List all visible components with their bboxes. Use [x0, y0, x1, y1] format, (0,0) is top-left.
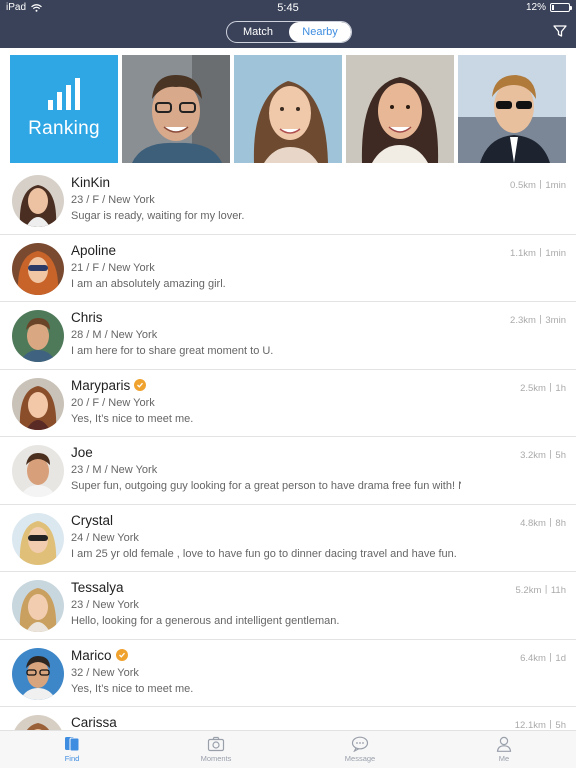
avatar: [12, 310, 64, 362]
filter-icon[interactable]: [552, 23, 568, 39]
find-icon: [65, 737, 80, 752]
list-item[interactable]: Marico 32 / New York Yes, It’s nice to m…: [0, 640, 576, 707]
nearby-user-list: KinKin 23 / F / New York Sugar is ready,…: [0, 167, 576, 768]
battery-percent: 12%: [525, 2, 546, 13]
user-meta: 23 / M / New York: [71, 464, 158, 476]
profile-photo: [346, 55, 454, 163]
list-item[interactable]: Apoline 21 / F / New York I am an absolu…: [0, 235, 576, 302]
user-bio: I am here for to share great moment to U…: [71, 345, 274, 357]
distance-time: 3.2km丨5h: [520, 450, 566, 461]
tab-nearby[interactable]: Nearby: [289, 22, 351, 42]
tab-message-label: Message: [344, 754, 376, 763]
avatar: [12, 445, 64, 497]
user-name: Joe: [71, 445, 93, 460]
distance-time: 2.5km丨1h: [520, 382, 566, 394]
user-meta: 23 / F / New York: [71, 194, 155, 206]
match-nearby-toggle[interactable]: Match Nearby: [226, 21, 352, 43]
ranking-label: Ranking: [28, 118, 100, 139]
avatar: [12, 580, 64, 632]
avatar: [12, 647, 64, 700]
user-meta: 23 / New York: [71, 599, 139, 611]
user-name: Marico: [71, 648, 128, 663]
status-right: 12%: [525, 2, 572, 13]
featured-photo[interactable]: [234, 55, 342, 163]
distance-time: 12.1km丨5h: [514, 720, 566, 731]
tab-moments-label: Moments: [200, 754, 232, 763]
ranking-tile[interactable]: Ranking: [10, 55, 118, 163]
user-meta: 20 / F / New York: [71, 396, 155, 409]
list-item[interactable]: Tessalya 23 / New York Hello, looking fo…: [0, 572, 576, 640]
distance-time: 5.2km丨11h: [515, 585, 566, 596]
featured-photo[interactable]: [458, 55, 566, 163]
list-item[interactable]: Crystal 24 / New York I am 25 yr old fem…: [0, 505, 576, 572]
user-bio: Hello, looking for a generous and intell…: [71, 615, 340, 627]
user-bio: Super fun, outgoing guy looking for a gr…: [71, 480, 461, 492]
distance-time: 4.8km丨8h: [520, 517, 566, 529]
distance-time: 0.5km丨1min: [510, 180, 566, 191]
verified-badge-icon: [134, 379, 147, 391]
profile-photo: [458, 55, 566, 163]
chat-bubble-icon: [351, 736, 369, 752]
user-bio: Yes, It’s nice to meet me.: [71, 682, 194, 695]
camera-icon: [207, 736, 225, 752]
user-bio: Sugar is ready, waiting for my lover.: [71, 210, 245, 222]
distance-time: 1.1km丨1min: [510, 247, 566, 259]
avatar: [12, 377, 64, 430]
user-name: Apoline: [71, 242, 117, 258]
user-bio: I am an absolutely amazing girl.: [71, 277, 226, 290]
list-item[interactable]: Maryparis 20 / F / New York Yes, It’s ni…: [0, 370, 576, 437]
tab-find-label: Find: [64, 754, 80, 763]
distance-time: 6.4km丨1d: [520, 652, 566, 664]
avatar: [12, 242, 64, 295]
tab-me[interactable]: Me: [432, 731, 576, 768]
user-name: KinKin: [71, 175, 111, 190]
tab-find[interactable]: Find: [0, 731, 144, 768]
list-item[interactable]: Joe 23 / M / New York Super fun, outgoin…: [0, 437, 576, 505]
status-time: 5:45: [277, 2, 299, 14]
featured-photo[interactable]: [346, 55, 454, 163]
profile-photo: [234, 55, 342, 163]
profile-photo: [122, 55, 230, 163]
tab-me-label: Me: [498, 754, 510, 763]
user-name: Tessalya: [71, 580, 124, 595]
user-name: Carissa: [71, 715, 117, 730]
avatar: [12, 512, 64, 565]
list-item[interactable]: KinKin 23 / F / New York Sugar is ready,…: [0, 167, 576, 235]
featured-gallery: Ranking: [10, 55, 566, 163]
battery-icon: [550, 3, 572, 12]
user-meta: 28 / M / New York: [71, 329, 158, 341]
user-meta: 21 / F / New York: [71, 261, 155, 274]
distance-time: 2.3km丨3min: [510, 315, 566, 326]
user-bio: I am 25 yr old female , love to have fun…: [71, 547, 457, 560]
verified-badge-icon: [115, 649, 128, 661]
bottom-tab-bar: Find Moments Message Me: [0, 730, 576, 768]
top-bar: iPad 5:45 12% Match Nearby: [0, 0, 576, 48]
featured-photo[interactable]: [122, 55, 230, 163]
user-name: Maryparis: [71, 378, 147, 393]
bar-chart-icon: [48, 78, 80, 110]
user-meta: 32 / New York: [71, 666, 139, 679]
avatar: [12, 175, 64, 227]
tab-match[interactable]: Match: [227, 22, 289, 42]
user-name: Crystal: [71, 512, 114, 528]
list-item[interactable]: Chris 28 / M / New York I am here for to…: [0, 302, 576, 370]
user-bio: Yes, It’s nice to meet me.: [71, 412, 194, 425]
tab-message[interactable]: Message: [288, 731, 432, 768]
tab-moments[interactable]: Moments: [144, 731, 288, 768]
person-icon: [496, 736, 512, 752]
status-bar: iPad 5:45 12%: [0, 0, 576, 16]
user-meta: 24 / New York: [71, 531, 139, 544]
user-name: Chris: [71, 310, 103, 325]
